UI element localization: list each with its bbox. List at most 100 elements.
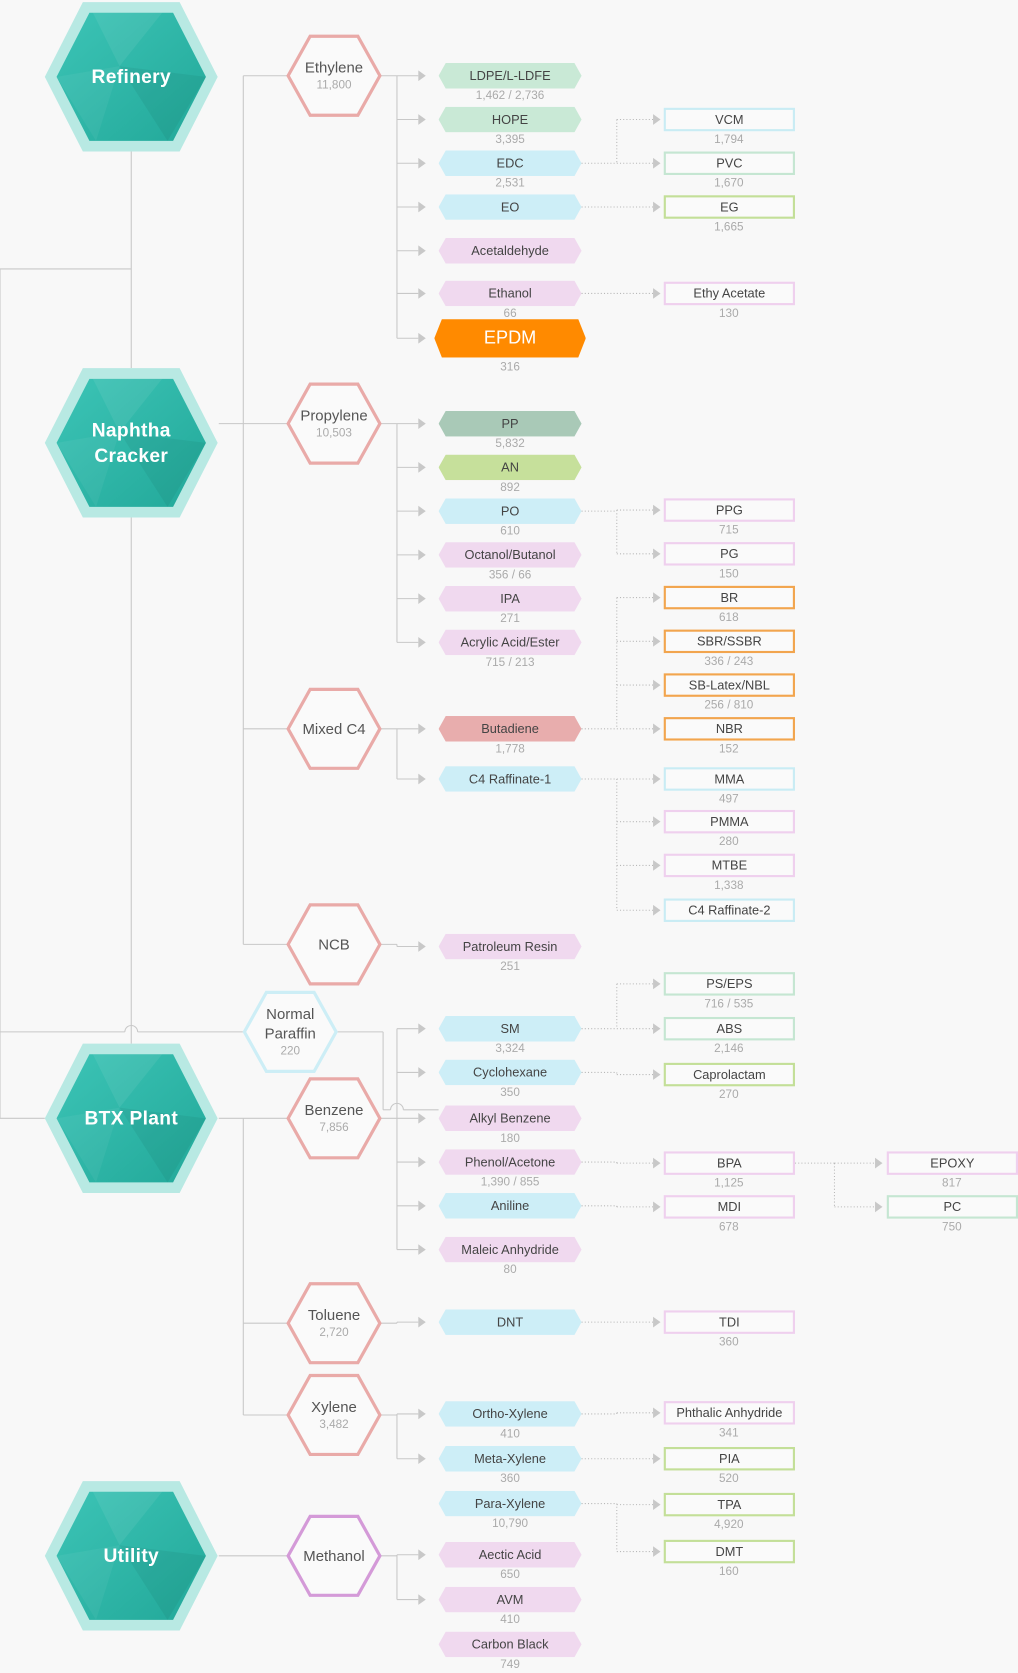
arrow-icon (653, 1407, 661, 1419)
derivatives-mma: MMA (663, 767, 795, 791)
derivatives-value: 715 (719, 523, 739, 537)
arrow-icon (418, 1156, 426, 1168)
source-label: Naphtha Cracker (91, 419, 171, 467)
arrow-icon (418, 549, 426, 561)
product-aniline: Aniline (438, 1193, 582, 1219)
arrow-icon (653, 904, 661, 916)
arrow-icon (418, 1408, 426, 1420)
downstream-epoxy: EPOXY (886, 1151, 1018, 1175)
derivatives-mdi: MDI (663, 1195, 795, 1219)
product-value: 80 (503, 1263, 517, 1277)
derivatives-ethy-acetate: Ethy Acetate (663, 281, 795, 306)
product-pp: PP (438, 410, 582, 437)
product-value: 180 (500, 1132, 520, 1145)
derivatives-pia: PIA (663, 1446, 795, 1471)
product-an: AN (438, 454, 582, 481)
derivatives-ppg: PPG (663, 498, 795, 522)
arrow-icon (653, 504, 661, 516)
arrow-icon (418, 288, 426, 299)
arrow-icon (653, 288, 661, 299)
arrow-icon (875, 1201, 883, 1213)
derivatives-sbr-ssbr: SBR/SSBR (663, 629, 795, 654)
product-eo: EO (438, 194, 582, 220)
derivatives-br: BR (663, 585, 795, 610)
arrow-icon (653, 114, 661, 125)
derivatives-value: 336 / 243 (704, 655, 754, 669)
arrow-icon (653, 157, 661, 169)
arrow-icon (418, 1067, 426, 1078)
product-value: 3,395 (495, 133, 525, 147)
derivatives-caprolactam: Caprolactam (663, 1062, 795, 1087)
arrow-icon (418, 941, 426, 952)
arrow-icon (653, 635, 661, 647)
petrochemical-value-chain-diagram: Refinery Naphtha Cracker BTX Plant Utility E… (0, 0, 1018, 1673)
product-value: 360 (500, 1472, 520, 1486)
arrow-icon (875, 1157, 883, 1169)
feedstock-label: Benzene (304, 1101, 364, 1119)
product-value: 66 (503, 307, 517, 321)
arrow-icon (418, 1244, 426, 1255)
arrow-icon (653, 1201, 661, 1213)
arrow-icon (418, 114, 426, 125)
product-dnt: DNT (438, 1309, 582, 1335)
arrow-icon (418, 637, 426, 648)
product-value: 251 (500, 960, 520, 974)
arrow-icon (653, 201, 661, 213)
product-acetaldehyde: Acetaldehyde (438, 237, 582, 264)
arrow-icon (653, 1453, 661, 1465)
feedstock-value: 2,720 (319, 1326, 349, 1340)
product-alkyl-benzene: Alkyl Benzene (438, 1105, 582, 1132)
feedstock-value: 220 (280, 1044, 301, 1058)
product-value: 316 (500, 360, 520, 374)
arrow-icon (418, 723, 426, 735)
product-c4-raffinate-1: C4 Raffinate-1 (438, 766, 582, 792)
derivatives-value: 1,125 (714, 1177, 744, 1190)
arrow-icon (418, 70, 426, 82)
derivatives-value: 1,665 (714, 220, 744, 234)
feedstock-label: Propylene (300, 406, 368, 424)
derivatives-value: 520 (719, 1472, 739, 1486)
arrow-icon (418, 1316, 426, 1328)
arrow-icon (653, 816, 661, 828)
derivatives-value: 130 (719, 307, 739, 321)
arrow-icon (418, 1549, 426, 1561)
derivatives-vcm: VCM (663, 107, 795, 132)
arrow-icon (418, 1112, 426, 1124)
product-value: 356 / 66 (488, 568, 532, 582)
feedstock-label: Methanol (303, 1547, 365, 1565)
arrow-icon (418, 1200, 426, 1212)
arrow-icon (653, 978, 661, 990)
derivatives-value: 341 (719, 1426, 739, 1440)
product-sm: SM (438, 1015, 582, 1042)
source-label: BTX Plant (84, 1107, 179, 1129)
derivatives-value: 160 (719, 1565, 739, 1579)
arrow-icon (418, 418, 426, 429)
product-value: 715 / 213 (485, 656, 535, 670)
derivatives-pvc: PVC (663, 151, 795, 176)
product-para-xylene: Para-Xylene (438, 1490, 582, 1517)
downstream-value: 750 (942, 1220, 962, 1234)
derivatives-value: 716 / 535 (704, 997, 754, 1011)
arrow-icon (418, 1594, 426, 1605)
derivatives-sb-latex-nbl: SB-Latex/NBL (663, 673, 795, 697)
product-aectic-acid: Aectic Acid (438, 1541, 582, 1568)
arrow-icon (653, 1069, 661, 1080)
product-value: 892 (500, 481, 520, 495)
product-butadiene: Butadiene (438, 716, 582, 742)
product-ethanol: Ethanol (438, 280, 582, 307)
derivatives-value: 152 (719, 742, 739, 756)
derivatives-value: 360 (719, 1336, 739, 1349)
arrow-icon (653, 723, 661, 735)
derivatives-ps-eps: PS/EPS (663, 972, 795, 996)
product-maleic-anhydride: Maleic Anhydride (438, 1236, 582, 1263)
derivatives-c4-raffinate-2: C4 Raffinate-2 (663, 898, 795, 922)
feedstock-label: Xylene (311, 1397, 357, 1415)
arrow-icon (418, 462, 426, 473)
feedstock-label: Ethylene (304, 58, 364, 76)
feedstock-value: 3,482 (319, 1418, 349, 1431)
product-ldpe-l-ldfe: LDPE/L-LDFE (438, 62, 582, 89)
product-phenol-acetone: Phenol/Acetone (438, 1149, 582, 1175)
arrow-icon (653, 1546, 661, 1557)
product-value: 650 (500, 1568, 520, 1582)
arrow-icon (418, 332, 426, 344)
